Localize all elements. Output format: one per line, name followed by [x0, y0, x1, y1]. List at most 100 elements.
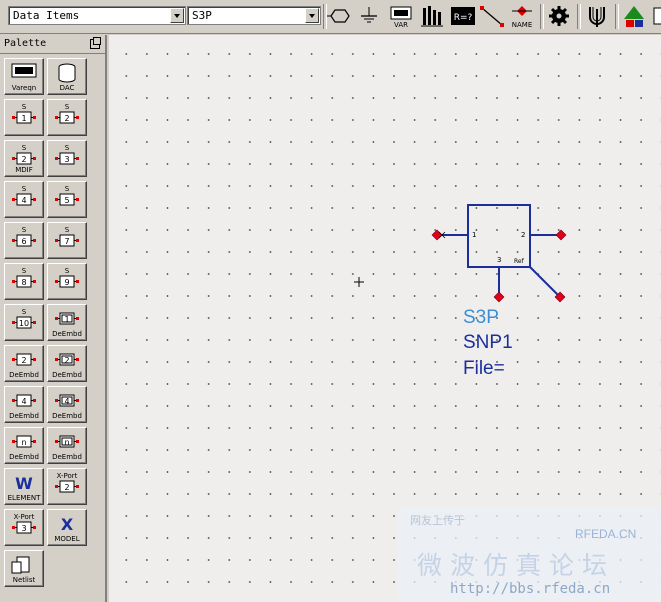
palette-panel: Palette Vareqn DAC S 1 S 2 S 2 MDIF S 3 S 4 S 5 S 6 S 7 S 8 S…	[0, 35, 107, 602]
netlist-label: Netlist	[12, 576, 36, 584]
palette-item-s1p[interactable]: S1	[4, 99, 44, 136]
s2p-mdif-label: MDIF	[15, 166, 33, 174]
dac-label: DAC	[59, 84, 75, 92]
s9p-icon: S9	[55, 267, 79, 288]
palette-item-s7p[interactable]: S7	[47, 222, 87, 259]
deembed2-alt-box-label: 2	[64, 356, 69, 365]
s2p-box-label: 2	[64, 114, 69, 123]
ref-label: Ref	[514, 258, 525, 265]
palette-item-s4p[interactable]: S4	[4, 181, 44, 218]
palette-item-w-element[interactable]: W ELEMENT	[4, 468, 44, 505]
palette-item-s2p[interactable]: S2	[47, 99, 87, 136]
s4p-top-label: S	[22, 185, 27, 193]
s9p-top-label: S	[65, 267, 70, 275]
palette-item-dac[interactable]: DAC	[47, 58, 87, 95]
xport3-box-label: 3	[21, 524, 26, 533]
toolbar-separator	[615, 4, 619, 29]
deembed2-box-label: 2	[21, 356, 26, 365]
palette-item-x-model[interactable]: X MODEL	[47, 509, 87, 546]
palette-item-s2p-mdif[interactable]: S 2 MDIF	[4, 140, 44, 177]
s2p-mdif-box-label: 2	[21, 155, 26, 164]
palette-item-netlist[interactable]: Netlist	[4, 550, 44, 587]
palette-item-deembed2-alt[interactable]: 2 DeEmbd	[47, 345, 87, 382]
palette-item-s9p[interactable]: S9	[47, 263, 87, 300]
watermark-top-text: 网友上传于	[410, 514, 465, 527]
deembedn-alt-box-label: n	[64, 438, 69, 447]
palette-item-deembedn-alt[interactable]: n DeEmbd	[47, 427, 87, 464]
r-equals-icon[interactable]: R=?	[449, 3, 477, 30]
component-combo[interactable]: S3P	[187, 6, 321, 25]
instance-name-label[interactable]: SNP1	[463, 333, 513, 352]
palette-item-xport2[interactable]: X-Port 2	[47, 468, 87, 505]
file-parameter-label[interactable]: File=	[463, 359, 505, 378]
s1p-box-label: 1	[21, 114, 26, 123]
library-combo[interactable]: Data Items	[8, 6, 186, 25]
w-element-label: ELEMENT	[7, 494, 41, 502]
s1p-icon: S1	[12, 103, 36, 124]
xport2-icon: X-Port 2	[55, 472, 79, 493]
toolbar: Data Items S3P VAR R=? NAME	[0, 0, 661, 34]
watermark-url: http://bbs.rfeda.cn	[450, 581, 611, 597]
palette-item-deembed2[interactable]: 2 DeEmbd	[4, 345, 44, 382]
s6p-box-label: 6	[21, 237, 26, 246]
xport3-icon: X-Port 3	[12, 513, 36, 534]
deembed2-label: DeEmbd	[9, 371, 39, 379]
r-equals-label: R=?	[454, 13, 473, 23]
s5p-icon: S5	[55, 185, 79, 206]
restore-icon[interactable]	[90, 37, 101, 49]
settings-icon[interactable]	[545, 3, 573, 30]
palette-header: Palette	[0, 35, 107, 54]
palette-item-s10p[interactable]: S 10	[4, 304, 44, 341]
xport2-top-label: X-Port	[57, 472, 78, 480]
palette-item-s8p[interactable]: S8	[4, 263, 44, 300]
deembedn-label: DeEmbd	[9, 453, 39, 461]
pin2-marker	[555, 229, 567, 241]
component-combo-value: S3P	[192, 9, 212, 22]
s6p-icon: S6	[12, 226, 36, 247]
palette-item-s3p[interactable]: S3	[47, 140, 87, 177]
ref-lead	[529, 266, 561, 298]
wire-icon[interactable]	[478, 3, 506, 30]
palette-item-vareqn[interactable]: Vareqn	[4, 58, 44, 95]
palette-item-deembed4[interactable]: 4 DeEmbd	[4, 386, 44, 423]
name-label: NAME	[512, 21, 533, 29]
palette-item-s5p[interactable]: S5	[47, 181, 87, 218]
pin3-marker	[493, 291, 505, 303]
s2p-icon: S2	[55, 103, 79, 124]
x-model-glyph: X	[61, 515, 74, 534]
var-label: VAR	[394, 21, 408, 29]
deembed4-alt-label: DeEmbd	[52, 412, 82, 420]
chevron-down-icon[interactable]	[305, 8, 319, 23]
s10p-box-label: 10	[19, 319, 29, 328]
s4p-box-label: 4	[21, 196, 26, 205]
s5p-top-label: S	[65, 185, 70, 193]
palette-item-s6p[interactable]: S6	[4, 222, 44, 259]
deembedn-alt-label: DeEmbd	[52, 453, 82, 461]
bus-icon[interactable]	[418, 3, 446, 30]
tuning-icon[interactable]	[583, 3, 611, 30]
palette-item-deembed4-alt[interactable]: 4 DeEmbd	[47, 386, 87, 423]
var-icon[interactable]: VAR	[387, 3, 415, 30]
push-hierarchy-icon[interactable]	[620, 3, 648, 30]
palette-item-deembed1[interactable]: 1 DeEmbd	[47, 304, 87, 341]
port-icon[interactable]	[326, 3, 354, 30]
deembed2-alt-label: DeEmbd	[52, 371, 82, 379]
s3p-component[interactable]: 1 2 3 Ref	[431, 204, 567, 303]
pin3-label: 3	[497, 256, 501, 264]
s1p-top-label: S	[22, 103, 27, 111]
palette-item-xport3[interactable]: X-Port 3	[4, 509, 44, 546]
s2p-mdif-top-label: S	[22, 144, 27, 152]
deembed4-alt-box-label: 4	[64, 397, 69, 406]
palette-item-deembedn[interactable]: n DeEmbd	[4, 427, 44, 464]
ground-icon[interactable]	[355, 3, 383, 30]
chevron-down-icon[interactable]	[170, 8, 184, 23]
component-type-label[interactable]: S3P	[463, 308, 499, 327]
pin1-label: 1	[472, 231, 476, 239]
s6p-top-label: S	[22, 226, 27, 234]
deembed1-box-label: 1	[64, 315, 69, 324]
overflow-icon[interactable]	[652, 3, 661, 30]
s8p-icon: S8	[12, 267, 36, 288]
library-combo-value: Data Items	[13, 9, 80, 22]
w-element-glyph: W	[15, 474, 33, 493]
name-icon[interactable]: NAME	[508, 3, 536, 30]
